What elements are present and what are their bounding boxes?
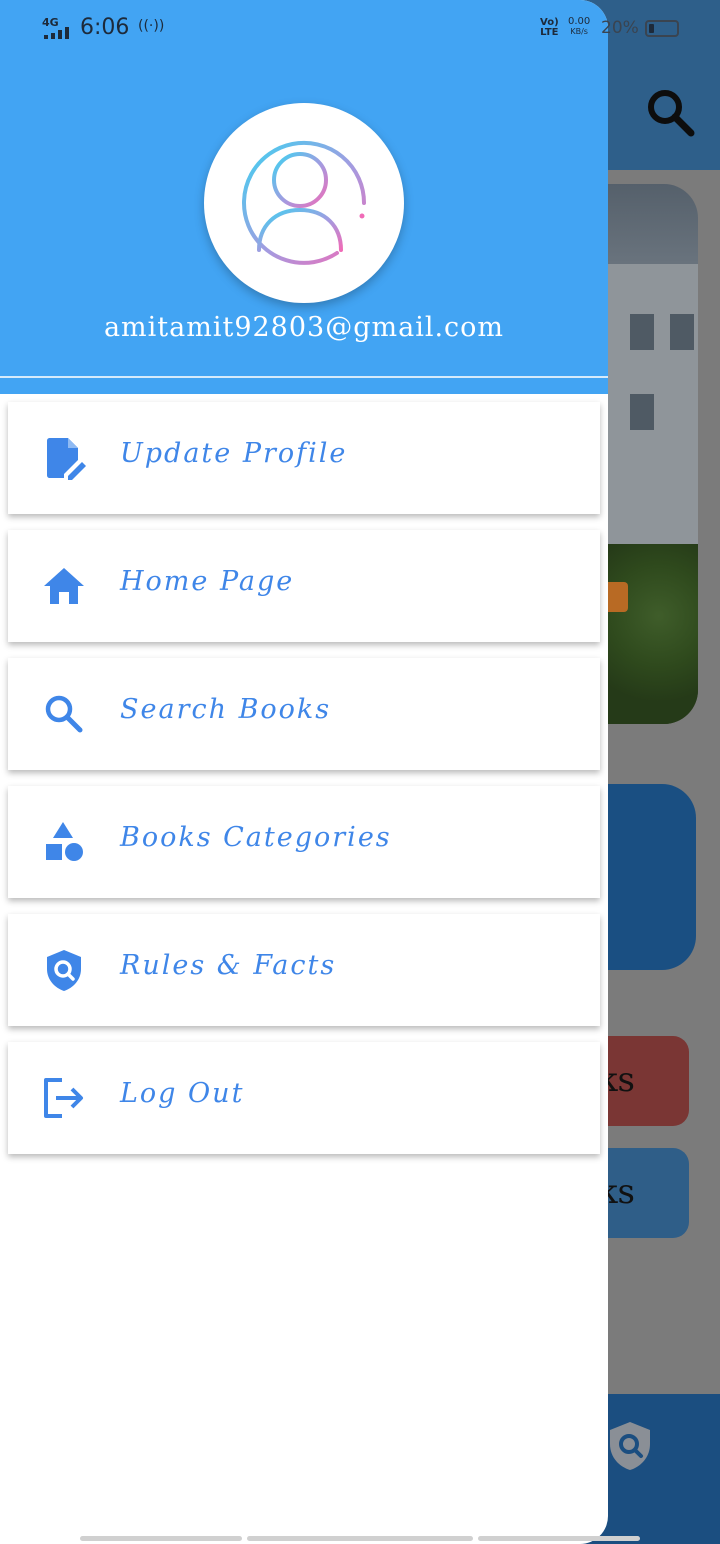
menu-item-rules-facts[interactable]: Rules & Facts [8,914,600,1026]
avatar[interactable] [204,103,404,303]
gesture-bar [80,1536,242,1541]
menu-item-books-categories[interactable]: Books Categories [8,786,600,898]
menu-item-search-books[interactable]: Search Books [8,658,600,770]
home-icon [44,568,84,604]
shield-search-icon[interactable] [606,1420,654,1472]
menu-item-label: Home Page [120,566,295,597]
menu-item-label: Update Profile [120,438,348,469]
user-profile-icon [242,140,366,265]
menu-item-label: Books Categories [120,822,392,853]
search-icon [45,695,83,733]
battery-percent: 20% [601,18,639,38]
signal-icon [44,27,69,39]
status-bar: 4G 6:06 ((·)) Vo) LTE 0.00 KB/s 20% [0,0,720,58]
clock: 6:06 [80,15,130,40]
volte-icon: Vo) LTE [540,17,559,38]
menu-item-home-page[interactable]: Home Page [8,530,600,642]
menu-item-label: Search Books [120,694,332,725]
search-icon[interactable] [644,86,696,138]
logout-icon [44,1078,83,1118]
network-speed: 0.00 KB/s [568,16,591,37]
categories-icon [46,822,83,861]
menu-item-label: Rules & Facts [120,950,337,981]
menu-item-log-out[interactable]: Log Out [8,1042,600,1154]
drawer-header: amitamit92803@gmail.com [0,0,608,394]
gesture-bar [247,1536,473,1541]
shield-search-icon [47,950,81,991]
hotspot-icon: ((·)) [138,18,165,34]
user-email: amitamit92803@gmail.com [103,312,505,343]
menu-item-update-profile[interactable]: Update Profile [8,402,600,514]
gesture-bar [478,1536,640,1541]
header-divider [0,376,608,378]
battery-icon [645,20,679,37]
menu-item-label: Log Out [120,1078,245,1109]
navigation-drawer: amitamit92803@gmail.com Update Profile H… [0,0,608,1544]
edit-document-icon [47,438,86,480]
